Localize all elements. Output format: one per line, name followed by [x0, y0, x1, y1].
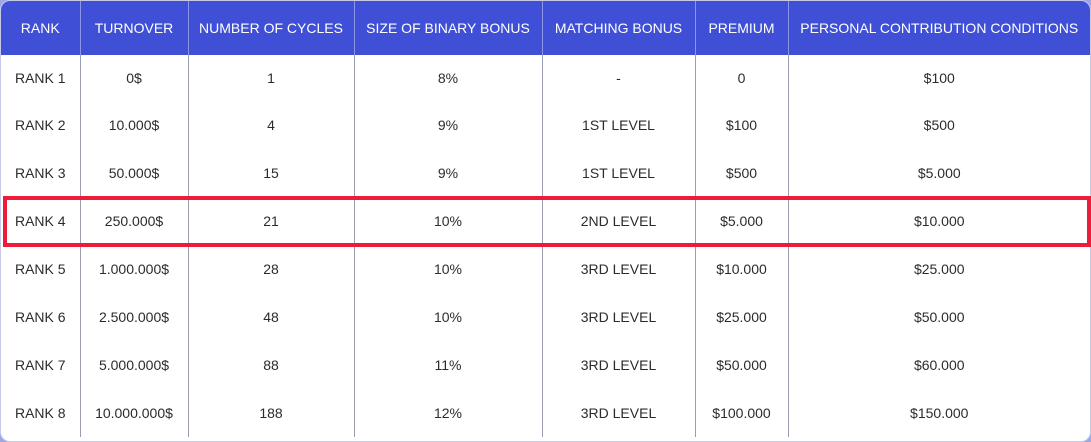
cell-premium: $100	[695, 101, 789, 149]
cell-turnover: 1.000.000$	[80, 245, 189, 293]
cell-rank: RANK 4	[1, 197, 81, 245]
cell-binary-bonus: 9%	[354, 101, 543, 149]
header-premium: PREMIUM	[695, 1, 789, 55]
header-rank: RANK	[1, 1, 81, 55]
cell-binary-bonus: 8%	[354, 55, 543, 101]
cell-binary-bonus: 10%	[354, 293, 543, 341]
cell-personal-contribution: $25.000	[913, 261, 965, 277]
cell-cycles: 48	[188, 293, 355, 341]
cell-matching-bonus: 1ST LEVEL	[542, 149, 696, 197]
cell-rank: RANK 8	[1, 389, 81, 437]
table-row: RANK 3 50.000$ 15 9% 1ST LEVEL $500 $5.0…	[1, 149, 1090, 197]
cell-binary-bonus: 11%	[354, 341, 543, 389]
cell-binary-bonus: 12%	[354, 389, 543, 437]
cell-personal-contribution: $60.000	[913, 357, 965, 373]
cell-turnover: 2.500.000$	[80, 293, 189, 341]
table-row: RANK 1 0$ 1 8% - 0 $100	[1, 55, 1090, 101]
table-row: RANK 2 10.000$ 4 9% 1ST LEVEL $100 $500	[1, 101, 1090, 149]
cell-personal-contribution: $10.000	[913, 213, 965, 229]
cell-cycles: 21	[188, 197, 355, 245]
cell-matching-bonus: 3RD LEVEL	[542, 245, 696, 293]
cell-personal-contribution: $150.000	[910, 405, 969, 421]
cell-premium: 0	[695, 55, 789, 101]
cell-rank: RANK 3	[1, 149, 81, 197]
cell-turnover: 0$	[80, 55, 189, 101]
cell-matching-bonus: 2ND LEVEL	[542, 197, 696, 245]
cell-premium: $25.000	[695, 293, 789, 341]
cell-personal-contribution: $50.000	[913, 309, 965, 325]
table-header-row: RANK TURNOVER NUMBER OF CYCLES SIZE OF B…	[1, 1, 1090, 55]
cell-matching-bonus: 1ST LEVEL	[542, 101, 696, 149]
cell-premium: $50.000	[695, 341, 789, 389]
cell-personal-contribution: $100	[923, 70, 955, 86]
table-row: RANK 8 10.000.000$ 188 12% 3RD LEVEL $10…	[1, 389, 1090, 437]
cell-rank: RANK 1	[1, 55, 81, 101]
rank-table-card: RANK TURNOVER NUMBER OF CYCLES SIZE OF B…	[0, 0, 1091, 442]
cell-turnover: 5.000.000$	[80, 341, 189, 389]
cell-matching-bonus: -	[542, 55, 696, 101]
cell-rank: RANK 6	[1, 293, 81, 341]
cell-premium: $500	[695, 149, 789, 197]
cell-cycles: 4	[188, 101, 355, 149]
cell-turnover: 250.000$	[80, 197, 189, 245]
cell-cycles: 1	[188, 55, 355, 101]
cell-turnover: 10.000.000$	[80, 389, 189, 437]
cell-matching-bonus: 3RD LEVEL	[542, 389, 696, 437]
header-number-of-cycles: NUMBER OF CYCLES	[188, 1, 355, 55]
cell-matching-bonus: 3RD LEVEL	[542, 341, 696, 389]
header-turnover: TURNOVER	[80, 1, 189, 55]
cell-cycles: 15	[188, 149, 355, 197]
cell-matching-bonus: 3RD LEVEL	[542, 293, 696, 341]
cell-rank: RANK 7	[1, 341, 81, 389]
cell-cycles: 28	[188, 245, 355, 293]
rank-table: RANK TURNOVER NUMBER OF CYCLES SIZE OF B…	[1, 1, 1090, 437]
cell-personal-contribution: $500	[923, 117, 955, 133]
cell-premium: $5.000	[695, 197, 789, 245]
cell-personal-contribution: $5.000	[917, 165, 961, 181]
cell-binary-bonus: 10%	[354, 245, 543, 293]
cell-premium: $100.000	[695, 389, 789, 437]
table-row: RANK 7 5.000.000$ 88 11% 3RD LEVEL $50.0…	[1, 341, 1090, 389]
cell-cycles: 188	[188, 389, 355, 437]
cell-premium: $10.000	[695, 245, 789, 293]
cell-binary-bonus: 10%	[354, 197, 543, 245]
header-matching-bonus: MATCHING BONUS	[542, 1, 696, 55]
table-row-highlighted: RANK 4 250.000$ 21 10% 2ND LEVEL $5.000 …	[1, 197, 1090, 245]
table-row: RANK 5 1.000.000$ 28 10% 3RD LEVEL $10.0…	[1, 245, 1090, 293]
table-row: RANK 6 2.500.000$ 48 10% 3RD LEVEL $25.0…	[1, 293, 1090, 341]
cell-rank: RANK 5	[1, 245, 81, 293]
cell-binary-bonus: 9%	[354, 149, 543, 197]
cell-turnover: 50.000$	[80, 149, 189, 197]
header-binary-bonus: SIZE OF BINARY BONUS	[354, 1, 543, 55]
cell-cycles: 88	[188, 341, 355, 389]
cell-turnover: 10.000$	[80, 101, 189, 149]
cell-rank: RANK 2	[1, 101, 81, 149]
header-personal-contribution: PERSONAL CONTRIBUTION CONDITIONS	[788, 1, 1090, 55]
